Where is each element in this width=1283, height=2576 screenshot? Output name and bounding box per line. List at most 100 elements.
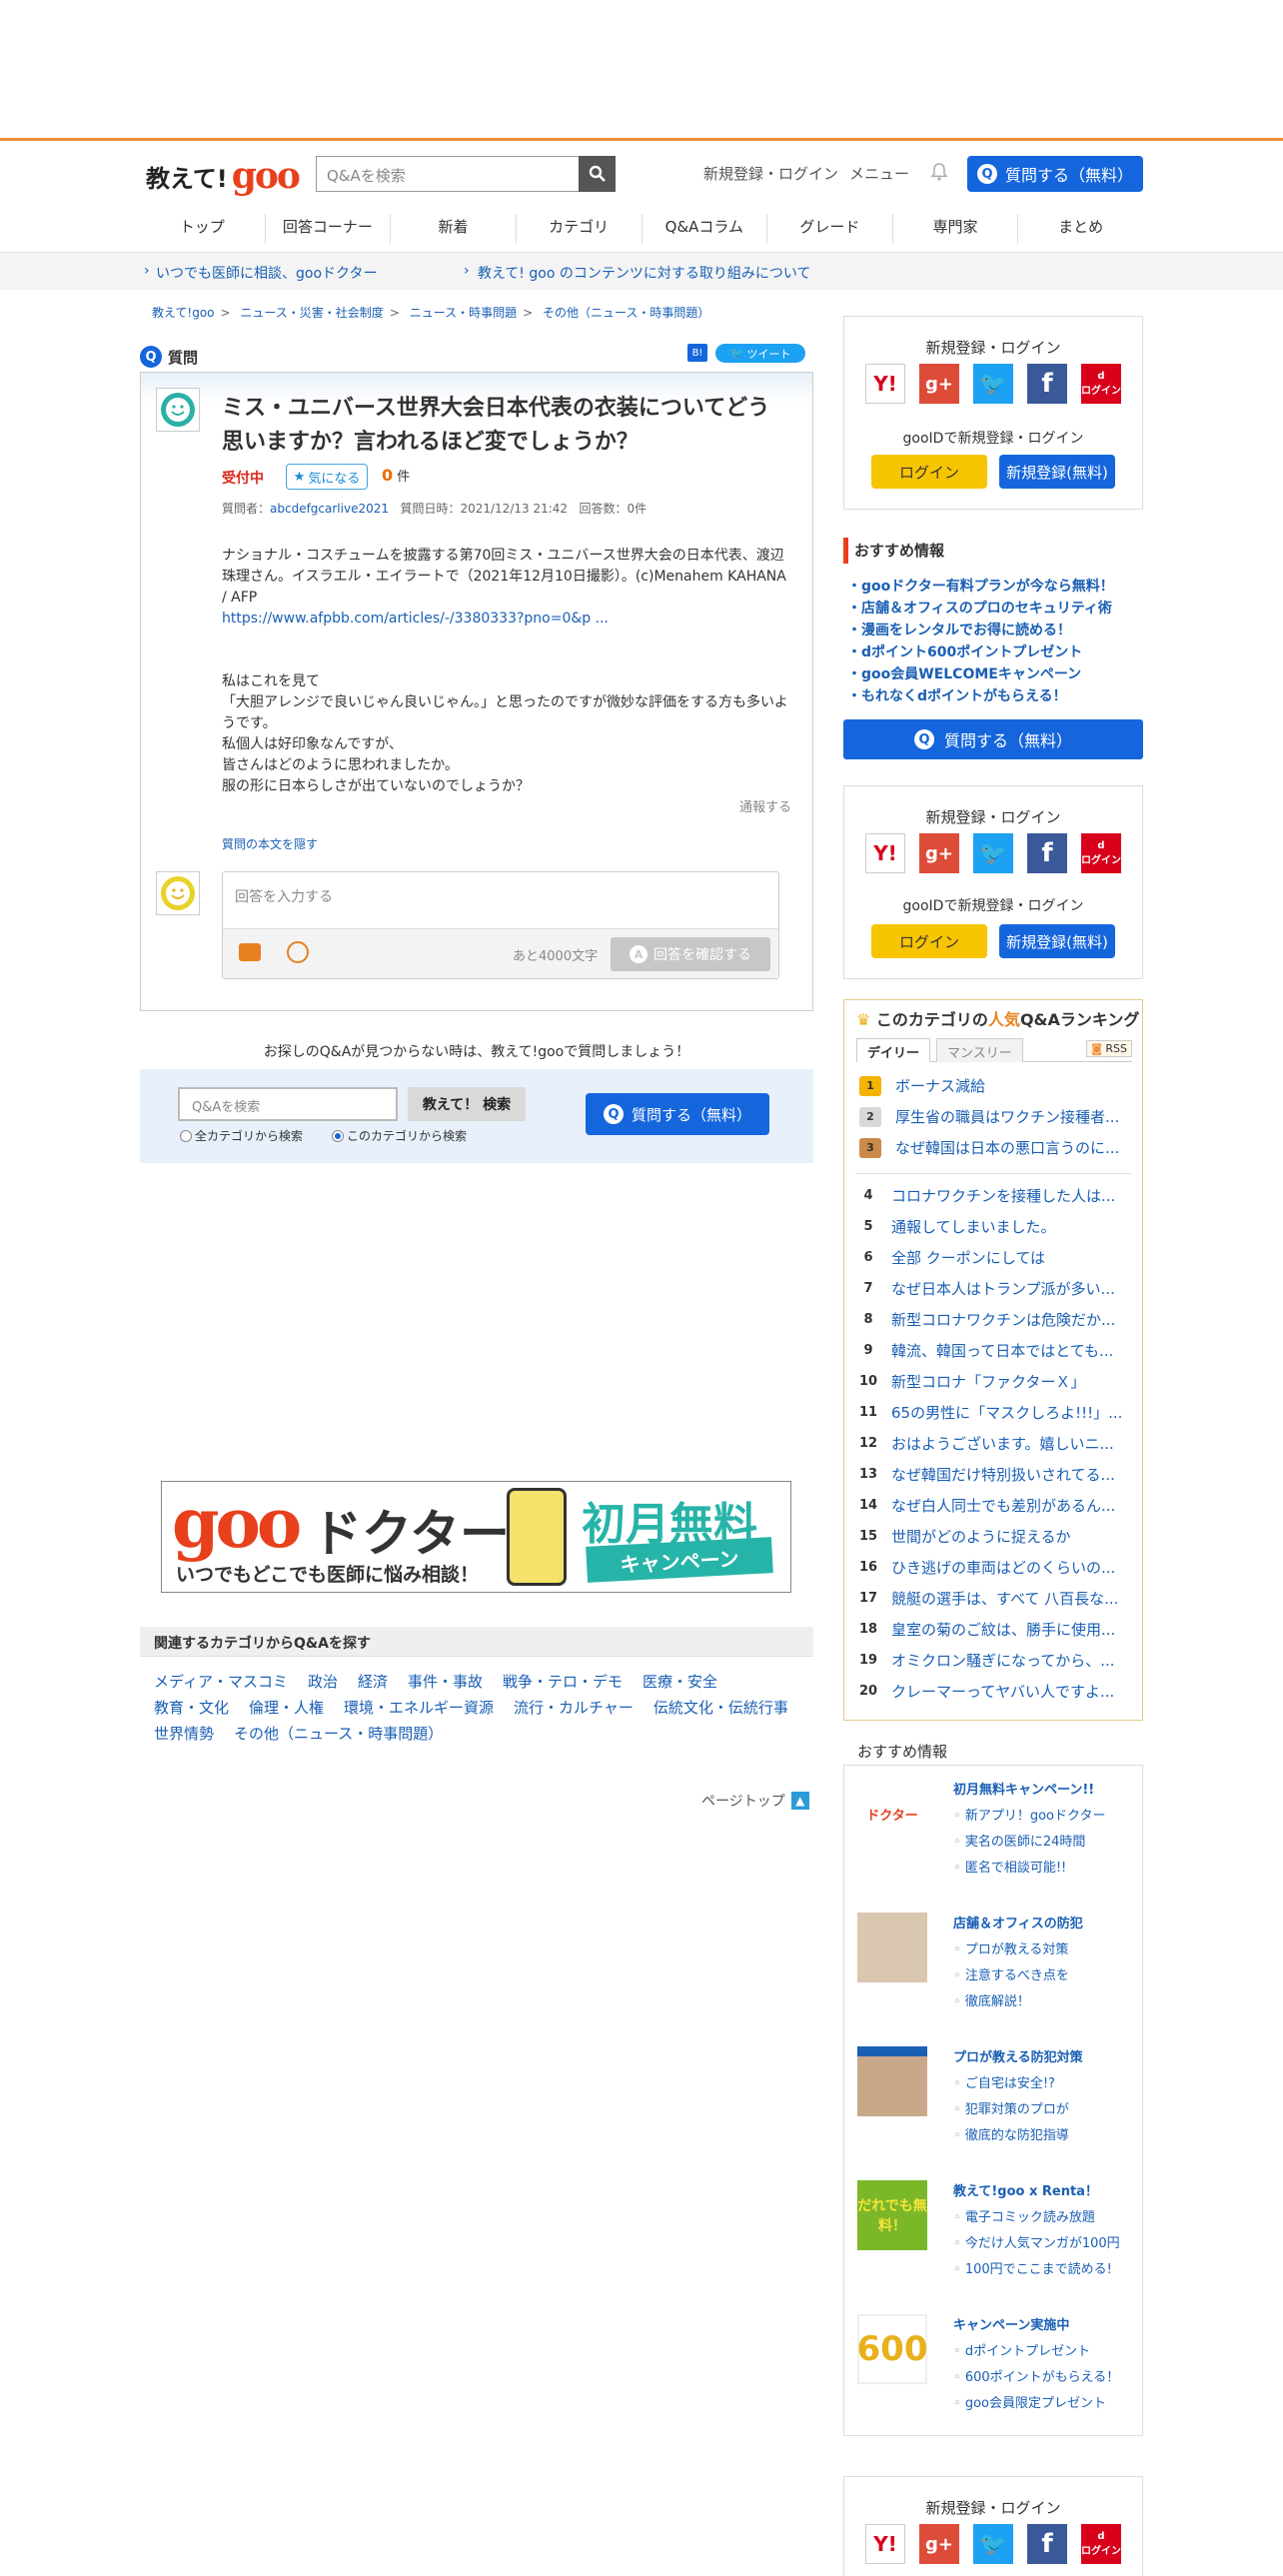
osusume-link[interactable]: 匿名で相談可能!! [953,1857,1066,1876]
ranking-item-link[interactable]: 65の男性に「マスクしろよ!!!」... [891,1402,1122,1423]
report-link[interactable]: 通報する [739,796,791,815]
menu-link[interactable]: メニュー [849,163,909,184]
related-link[interactable]: 教育・文化 [154,1699,229,1717]
search-input[interactable]: Q&Aを検索 [316,156,616,192]
osusume-thumbnail[interactable] [857,1913,927,1982]
nav-experts[interactable]: 専門家 [893,214,1019,244]
ranking-item[interactable]: 19 オミクロン騒ぎになってから、... [859,1650,1129,1671]
signup-button[interactable]: 新規登録(無料) [999,455,1115,489]
twitter-icon[interactable]: 🐦 [973,2524,1013,2564]
ranking-item[interactable]: 3 なぜ韓国は日本の悪口言うのに... [859,1137,1129,1158]
ranking-item[interactable]: 1 ボーナス減給 [859,1075,1129,1096]
osusume-link[interactable]: 今だけ人気マンガが100円 [953,2232,1120,2251]
ranking-item-link[interactable]: 韓流、韓国って日本ではとても... [891,1340,1113,1361]
twitter-icon[interactable]: 🐦 [973,364,1013,404]
recommend-item[interactable]: ・もれなくdポイントがもらえる！ [847,688,1067,704]
ranking-item-link[interactable]: 皇室の菊のご紋は、勝手に使用... [891,1619,1115,1640]
related-link[interactable]: メディア・マスコミ [154,1673,288,1691]
ranking-item[interactable]: 14 なぜ白人同士でも差別があるん... [859,1495,1129,1516]
osusume-link[interactable]: 徹底解説！ [953,1990,1030,2009]
bell-icon[interactable] [929,162,949,182]
nav-answer-corner[interactable]: 回答コーナー [266,214,392,244]
ranking-item[interactable]: 15 世間がどのように捉えるか [859,1526,1129,1547]
facebook-icon[interactable]: f [1027,364,1067,404]
recommend-item[interactable]: ・店舗＆オフィスのプロのセキュリティ術 [847,601,1112,617]
related-link[interactable]: 倫理・人権 [249,1699,324,1717]
related-link[interactable]: 政治 [308,1673,338,1691]
osusume-link[interactable]: goo会員限定プレゼント [953,2392,1106,2411]
ranking-item[interactable]: 13 なぜ韓国だけ特別扱いされてる... [859,1464,1129,1485]
ranking-item[interactable]: 6 全部 クーポンにしては [859,1247,1129,1268]
bottom-search-input[interactable]: Q&Aを検索 [178,1087,398,1121]
ranking-item-link[interactable]: 競艇の選手は、すべて 八百長な... [891,1588,1118,1609]
site-logo[interactable]: 教えて! goo [146,150,301,194]
osusume-title[interactable]: プロが教える防犯対策 [953,2046,1083,2065]
tweet-button[interactable]: 🐦 ツイート [715,344,805,363]
osusume-link[interactable]: 100円でここまで読める! [953,2258,1112,2277]
osusume-item[interactable]: 店舗＆オフィスの防犯プロが教える対策注意するべき点を徹底解説！ [857,1913,1137,2022]
twitter-icon[interactable]: 🐦 [973,833,1013,873]
osusume-link[interactable]: 新アプリ！gooドクター [953,1805,1106,1824]
docomo-icon[interactable]: d ログイン [1081,833,1121,873]
osusume-link[interactable]: 徹底的な防犯指導 [953,2124,1069,2143]
ranking-item[interactable]: 4 コロナワクチンを接種した人は... [859,1185,1129,1206]
osusume-item[interactable]: ドクター 初月無料キャンペーン!! 新アプリ！gooドクター実名の医師に24時間匿名… [857,1779,1137,1889]
login-button[interactable]: ログイン [871,924,987,958]
bottom-search-button[interactable]: 教えて！ 検索 [408,1087,526,1121]
osusume-thumbnail[interactable]: ドクター [857,1779,927,1849]
nav-category[interactable]: カテゴリ [517,214,642,244]
related-link[interactable]: 事件・事故 [408,1673,483,1691]
recommend-item[interactable]: ・dポイント600ポイントプレゼント [847,644,1082,660]
search-button[interactable] [579,156,616,192]
breadcrumb-item[interactable]: その他（ニュース・時事問題） [543,306,709,320]
content-policy-link[interactable]: 教えて! goo のコンテンツに対する取り組みについて [478,263,810,283]
osusume-thumbnail[interactable]: 600 [857,2314,928,2384]
osusume-title[interactable]: 教えて!goo x Renta！ [953,2180,1098,2199]
ranking-item[interactable]: 17 競艇の選手は、すべて 八百長な... [859,1588,1129,1609]
ranking-item-link[interactable]: なぜ韓国は日本の悪口言うのに... [895,1137,1119,1158]
ranking-item-link[interactable]: なぜ白人同士でも差別があるん... [891,1495,1115,1516]
ranking-item-link[interactable]: なぜ韓国だけ特別扱いされてる... [891,1464,1115,1485]
ranking-item[interactable]: 7 なぜ日本人はトランプ派が多い... [859,1278,1129,1299]
yahoo-icon[interactable]: Y! [865,364,905,404]
ranking-item[interactable]: 5 通報してしまいました。 [859,1216,1129,1237]
breadcrumb-item[interactable]: ニュース・災害・社会制度 [240,306,383,320]
related-link[interactable]: 流行・カルチャー [514,1699,634,1717]
ranking-item-link[interactable]: 厚生省の職員はワクチン接種者... [895,1106,1119,1127]
nav-new[interactable]: 新着 [391,214,517,244]
ranking-item[interactable]: 12 おはようございます。嬉しいニ... [859,1433,1129,1454]
ranking-item[interactable]: 16 ひき逃げの車両はどのくらいの... [859,1557,1129,1578]
osusume-link[interactable]: ご自宅は安全!? [953,2072,1055,2091]
goo-doctor-banner[interactable]: goo ドクター いつでもどこでも医師に悩み相談！ 初月無料 キャンペーン [161,1481,791,1593]
ranking-item-link[interactable]: オミクロン騒ぎになってから、... [891,1650,1115,1671]
emoji-icon[interactable] [287,941,309,963]
related-link[interactable]: 世界情勢 [154,1725,214,1743]
osusume-link[interactable]: 犯罪対策のプロが [953,2098,1069,2117]
confirm-answer-button[interactable]: A 回答を確認する [611,937,770,971]
ranking-item-link[interactable]: 全部 クーポンにしては [891,1247,1045,1268]
related-link[interactable]: 環境・エネルギー資源 [344,1699,494,1717]
rss-link[interactable]: ◙ RSS [1086,1040,1132,1057]
camera-icon[interactable] [239,943,261,961]
breadcrumb-item[interactable]: 教えて!goo [152,306,215,320]
asker-link[interactable]: abcdefgcarlive2021 [270,502,389,516]
facebook-icon[interactable]: f [1027,833,1067,873]
goo-doctor-link[interactable]: いつでも医師に相談、gooドクター [156,263,377,283]
ranking-item[interactable]: 18 皇室の菊のご紋は、勝手に使用... [859,1619,1129,1640]
ranking-item-link[interactable]: コロナワクチンを接種した人は... [891,1185,1115,1206]
ranking-item-link[interactable]: 世間がどのように捉えるか [891,1526,1071,1547]
tab-monthly[interactable]: マンスリー [936,1038,1023,1062]
osusume-item[interactable]: プロが教える防犯対策ご自宅は安全!? 犯罪対策のプロが徹底的な防犯指導 [857,2046,1137,2156]
bottom-ask-button[interactable]: Q 質問する（無料） [586,1093,769,1135]
related-link[interactable]: 伝統文化・伝統行事 [653,1699,788,1717]
google-plus-icon[interactable]: g+ [919,364,959,404]
kininaru-button[interactable]: ★ 気になる [286,464,368,490]
docomo-icon[interactable]: d ログイン [1081,2524,1121,2564]
facebook-icon[interactable]: f [1027,2524,1067,2564]
ranking-item[interactable]: 20 クレーマーってヤバい人ですよ... [859,1681,1129,1702]
page-top-link[interactable]: ページトップ ▲ [701,1791,809,1811]
ranking-item-link[interactable]: 通報してしまいました。 [891,1216,1056,1237]
osusume-link[interactable]: プロが教える対策 [953,1938,1069,1957]
sidebar-ask-button[interactable]: Q 質問する（無料） [843,719,1143,759]
osusume-link[interactable]: 実名の医師に24時間 [953,1831,1086,1850]
